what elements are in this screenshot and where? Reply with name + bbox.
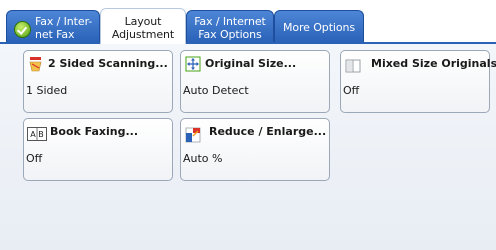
tab-label: Layout Adjustment [111, 14, 175, 41]
tab-label: Fax / Inter- net Fax [35, 14, 93, 41]
button-title: 2 Sided Scanning... [48, 57, 168, 70]
two-sided-icon [29, 57, 42, 72]
tab-fax-options[interactable]: Fax / Internet Fax Options [186, 10, 274, 42]
button-value: Auto % [183, 152, 223, 165]
tab-layout-adjustment[interactable]: Layout Adjustment [100, 8, 186, 44]
reduce-enlarge-button[interactable]: Reduce / Enlarge... Auto % [180, 118, 330, 181]
tab-more-options[interactable]: More Options [274, 10, 364, 42]
button-value: Auto Detect [183, 84, 249, 97]
tab-underline [0, 42, 496, 44]
two-sided-scanning-button[interactable]: 2 Sided Scanning... 1 Sided [23, 50, 173, 113]
tab-bar: Fax / Inter- net Fax Layout Adjustment F… [0, 0, 496, 44]
original-size-button[interactable]: Original Size... Auto Detect [180, 50, 330, 113]
button-title: Book Faxing... [50, 125, 139, 138]
button-title: Mixed Size Originals... [371, 57, 496, 70]
mixed-size-originals-button[interactable]: Mixed Size Originals... Off [340, 50, 496, 113]
original-size-icon [185, 56, 201, 72]
button-title: Reduce / Enlarge... [209, 125, 327, 138]
button-value: 1 Sided [26, 84, 68, 97]
tab-fax-internet-fax[interactable]: Fax / Inter- net Fax [6, 10, 100, 42]
ready-check-icon [14, 21, 31, 38]
reduce-enlarge-icon [185, 127, 201, 143]
book-icon-letters: A B [30, 130, 44, 139]
button-value: Off [343, 84, 360, 97]
book-icon: A B [27, 127, 47, 141]
mixed-size-icon [345, 59, 361, 73]
book-faxing-button[interactable]: A B Book Faxing... Off [23, 118, 173, 181]
button-value: Off [26, 152, 43, 165]
button-title: Original Size... [205, 57, 297, 70]
tab-label: Fax / Internet Fax Options [194, 14, 266, 41]
tab-label: More Options [282, 21, 355, 34]
